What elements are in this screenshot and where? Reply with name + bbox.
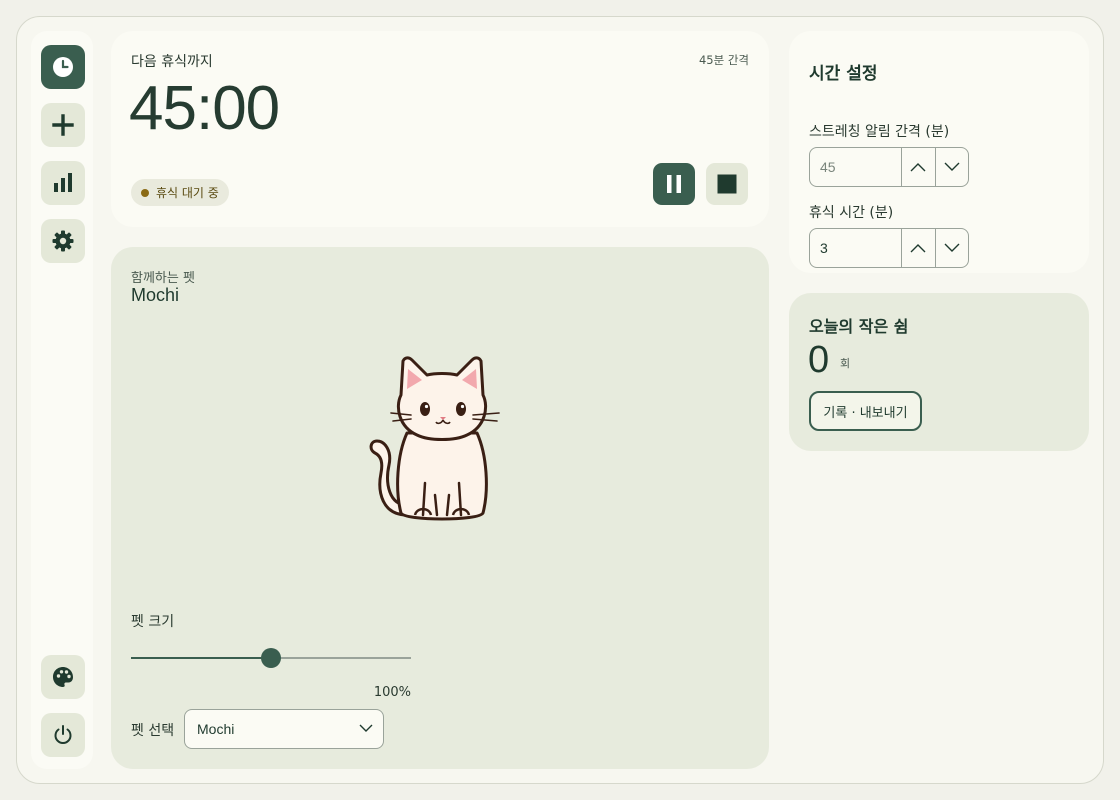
rest-increment-button[interactable] [901, 229, 935, 267]
rest-time-stepper [809, 228, 969, 268]
chevron-down-icon [359, 724, 373, 732]
nav-settings-button[interactable] [41, 219, 85, 263]
pause-button[interactable] [653, 163, 695, 205]
today-title: 오늘의 작은 쉼 [809, 317, 909, 336]
stretch-interval-stepper [809, 147, 969, 187]
slider-thumb[interactable] [261, 648, 281, 668]
today-breaks-card: 오늘의 작은 쉼 0 회 기록 · 내보내기 [789, 293, 1089, 451]
palette-icon [53, 667, 73, 687]
chevron-up-icon [910, 244, 926, 253]
stop-button[interactable] [706, 163, 748, 205]
rest-time-input[interactable] [810, 229, 901, 267]
pet-size-value: 100% [373, 685, 411, 700]
pet-select-label: 펫 선택 [131, 723, 175, 739]
pet-name: Mochi [131, 285, 180, 305]
status-dot [141, 188, 149, 197]
slider-fill [131, 657, 271, 659]
clock-icon [53, 57, 73, 77]
rest-decrement-button[interactable] [934, 229, 969, 267]
stretch-increment-button[interactable] [901, 148, 935, 186]
stretch-interval-input[interactable] [810, 148, 901, 186]
timer-label: 다음 휴식까지 [131, 54, 213, 70]
theme-button[interactable] [41, 655, 85, 699]
stretch-decrement-button[interactable] [934, 148, 969, 186]
countdown-display: 45:00 [129, 74, 280, 143]
nav-add-button[interactable] [41, 103, 85, 147]
pause-icon [667, 175, 681, 193]
timer-interval: 45분 간격 [698, 53, 749, 67]
pet-select-value: Mochi [197, 721, 235, 737]
timer-card: 다음 휴식까지 45분 간격 45:00 휴식 대기 중 [111, 31, 769, 227]
bar-chart-icon [54, 173, 72, 192]
chevron-down-icon [944, 162, 960, 171]
plus-icon [52, 114, 74, 136]
stretch-interval-label: 스트레칭 알림 간격 (분) [809, 124, 950, 140]
time-settings-card: 시간 설정 스트레칭 알림 간격 (분) 휴식 시간 (분) [789, 31, 1089, 273]
status-badge: 휴식 대기 중 [131, 179, 229, 206]
pet-subtitle: 함께하는 펫 [131, 271, 195, 286]
nav-stats-button[interactable] [41, 161, 85, 205]
break-count: 0 [808, 339, 830, 381]
pet-size-label: 펫 크기 [131, 614, 175, 630]
stop-icon [717, 174, 737, 194]
sidebar-rail [31, 31, 93, 769]
power-button[interactable] [41, 713, 85, 757]
app-window: 다음 휴식까지 45분 간격 45:00 휴식 대기 중 함께하는 펫 Moch… [16, 16, 1104, 784]
chevron-down-icon [944, 243, 960, 252]
status-text: 휴식 대기 중 [156, 186, 219, 200]
nav-timer-button[interactable] [41, 45, 85, 89]
cat-icon [369, 356, 500, 521]
pet-card: 함께하는 펫 Mochi 펫 크기 100% 펫 선택 Mochi [111, 247, 769, 769]
export-records-button[interactable]: 기록 · 내보내기 [809, 391, 922, 431]
gear-icon [52, 230, 74, 252]
power-icon [54, 725, 72, 744]
settings-title: 시간 설정 [809, 64, 878, 84]
break-count-unit: 회 [840, 357, 851, 370]
chevron-up-icon [910, 163, 926, 172]
pet-size-slider[interactable] [131, 647, 411, 669]
pet-select-dropdown[interactable]: Mochi [184, 709, 384, 749]
rest-time-label: 휴식 시간 (분) [809, 205, 894, 221]
